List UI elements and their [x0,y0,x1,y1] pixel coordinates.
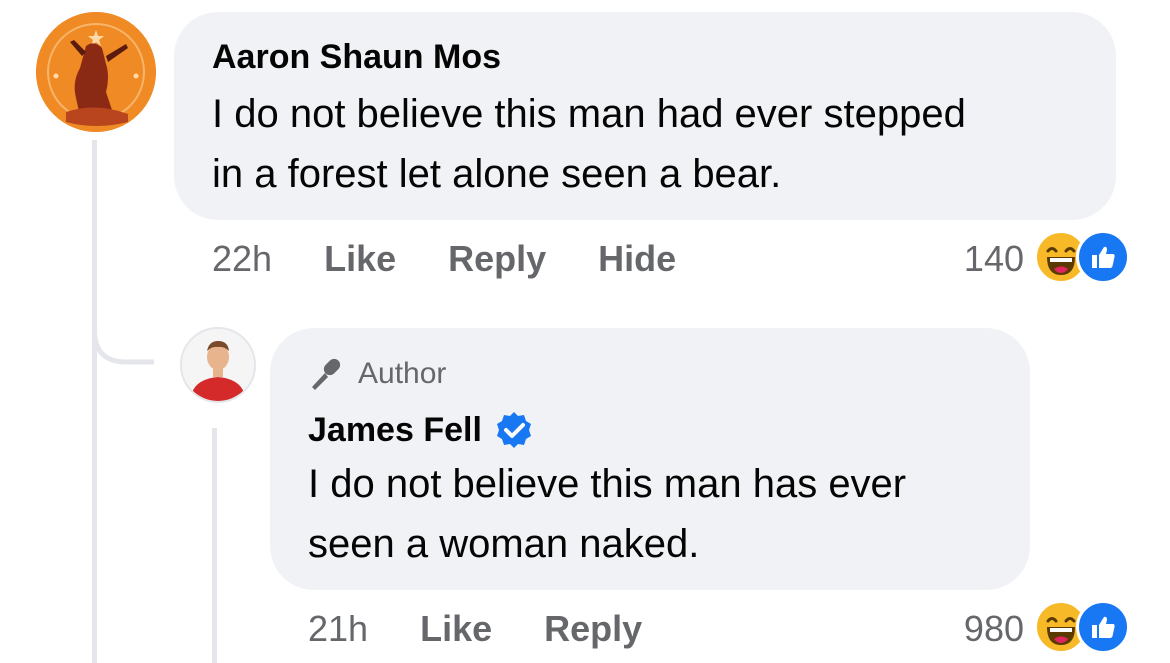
comment-text-line-1: I do not believe this man had ever stepp… [212,92,966,136]
like-icon [1076,230,1130,284]
comment-author-name[interactable]: Aaron Shaun Mos [212,38,501,77]
microphone-icon [312,358,341,390]
like-icon [1076,600,1130,654]
thread-branch-curve [92,300,154,365]
comment-timestamp[interactable]: 22h [212,238,272,280]
thread-line-reply [212,428,217,663]
comment-reactions[interactable] [1034,230,1130,284]
reply-avatar-image [182,329,254,401]
reply-reaction-count[interactable]: 980 [920,608,1024,650]
comment-hide-button[interactable]: Hide [598,238,676,280]
reply-reactions[interactable] [1034,600,1130,654]
commenter-avatar-image [36,12,156,132]
reply-text-line-1: I do not believe this man has ever [308,462,907,506]
commenter-avatar[interactable] [36,12,156,132]
comment-actions: 22h Like Reply Hide [212,238,728,280]
reply-text-line-2: seen a woman naked. [308,522,700,566]
reply-timestamp[interactable]: 21h [308,608,368,650]
reply-like-button[interactable]: Like [420,608,492,650]
reply-actions: 21h Like Reply [308,608,694,650]
comment-like-button[interactable]: Like [324,238,396,280]
reply-author-name[interactable]: James Fell [308,411,482,450]
author-badge: Author [308,356,446,392]
comment-text-line-2: in a forest let alone seen a bear. [212,152,782,196]
comment-reaction-count[interactable]: 140 [920,238,1024,280]
verified-badge-icon [496,412,531,448]
author-badge-label: Author [358,357,447,390]
comment-reply-button[interactable]: Reply [448,238,546,280]
reply-author-name-row: James Fell [308,410,534,450]
reply-author-avatar[interactable] [180,327,256,403]
reply-reply-button[interactable]: Reply [544,608,642,650]
thread-line-main [92,140,97,663]
